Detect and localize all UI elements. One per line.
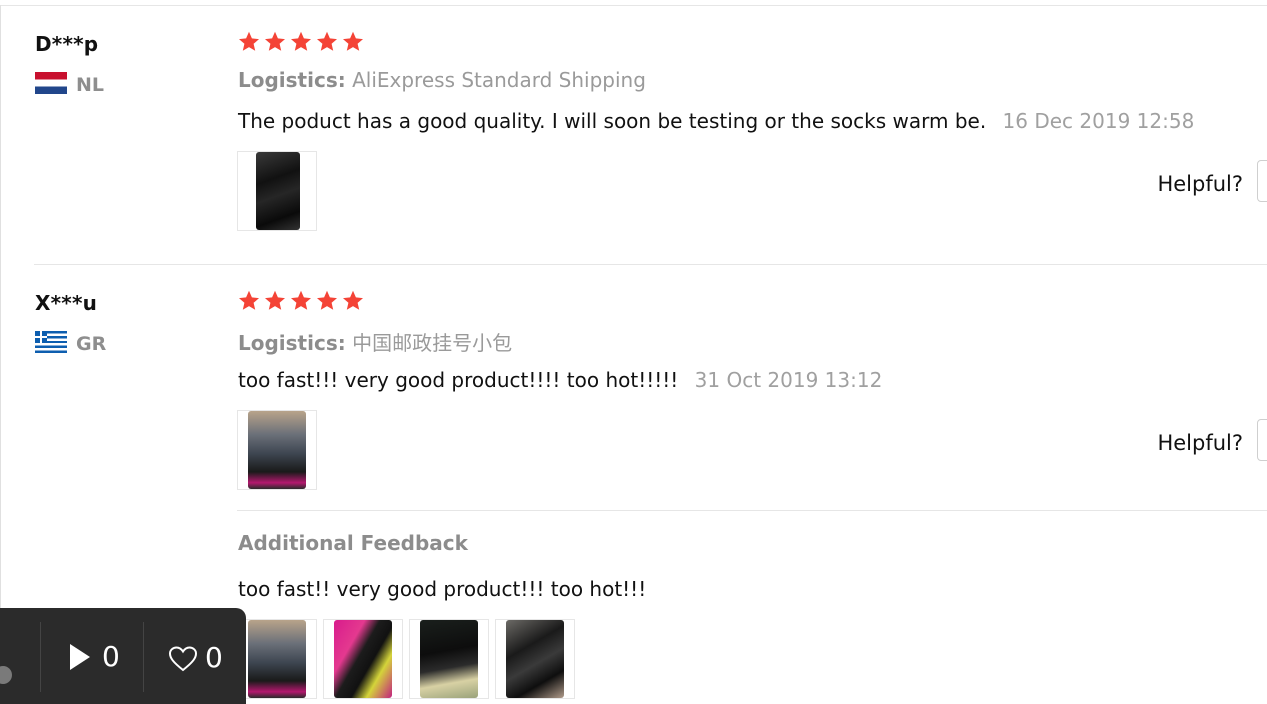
- photo-image: [248, 620, 306, 698]
- review-photos: [237, 151, 323, 232]
- photo-image: [334, 620, 392, 698]
- additional-feedback-divider: [237, 510, 1267, 511]
- photo-image: [420, 620, 478, 698]
- reviewer-country: NL: [76, 74, 105, 96]
- emoji-icon[interactable]: [0, 666, 12, 684]
- left-border: [0, 5, 1, 704]
- review-date: 16 Dec 2019 12:58: [1002, 109, 1195, 133]
- photo-image: [506, 620, 564, 698]
- star-icon: [341, 289, 365, 313]
- photo-image: [256, 152, 300, 230]
- separator: [143, 622, 144, 692]
- review-date: 31 Oct 2019 13:12: [694, 368, 883, 392]
- review-photo-thumbnail[interactable]: [237, 619, 317, 699]
- star-icon: [237, 289, 261, 313]
- review-item: D***p NL Logistics: AliExpress Standard …: [34, 6, 1267, 265]
- logistics-value: 中国邮政挂号小包: [352, 331, 513, 355]
- play-icon[interactable]: [70, 644, 90, 670]
- star-icon: [315, 30, 339, 54]
- additional-feedback-photos: [237, 619, 581, 699]
- review-text: too fast!!! very good product!!!! too ho…: [238, 368, 679, 392]
- reviewer-name: D***p: [35, 32, 99, 56]
- logistics-label: Logistics:: [238, 331, 346, 355]
- reviewer-country: GR: [76, 333, 107, 355]
- additional-feedback-text: too fast!! very good product!!! too hot!…: [238, 577, 647, 601]
- video-player-bar: 0 0: [0, 608, 246, 704]
- like-count: 0: [205, 641, 223, 674]
- additional-feedback-title: Additional Feedback: [238, 531, 468, 555]
- separator: [40, 622, 41, 692]
- review-photos: [237, 410, 323, 491]
- review-text-row: too fast!!! very good product!!!! too ho…: [238, 368, 882, 392]
- reviews-page: D***p NL Logistics: AliExpress Standard …: [0, 0, 1267, 704]
- star-icon: [289, 289, 313, 313]
- helpful-yes-button[interactable]: [1257, 419, 1267, 461]
- netherlands-flag-icon: [35, 72, 67, 94]
- star-icon: [263, 289, 287, 313]
- helpful-label: Helpful?: [1157, 431, 1243, 455]
- greece-flag-icon: [35, 331, 67, 353]
- logistics-label: Logistics:: [238, 68, 346, 92]
- review-photo-thumbnail[interactable]: [237, 410, 317, 490]
- review-photo-thumbnail[interactable]: [237, 151, 317, 231]
- logistics-info: Logistics: 中国邮政挂号小包: [238, 327, 512, 356]
- star-icon: [237, 30, 261, 54]
- star-icon: [263, 30, 287, 54]
- helpful-yes-button[interactable]: [1257, 160, 1267, 202]
- logistics-info: Logistics: AliExpress Standard Shipping: [238, 68, 646, 92]
- star-rating: [237, 289, 367, 315]
- heart-icon[interactable]: [169, 646, 197, 672]
- star-icon: [315, 289, 339, 313]
- photo-image: [248, 411, 306, 489]
- logistics-value: AliExpress Standard Shipping: [352, 68, 646, 92]
- review-text-row: The poduct has a good quality. I will so…: [238, 109, 1194, 133]
- review-photo-thumbnail[interactable]: [495, 619, 575, 699]
- review-text: The poduct has a good quality. I will so…: [238, 109, 987, 133]
- star-icon: [341, 30, 365, 54]
- reviewer-name: X***u: [35, 291, 98, 315]
- play-count: 0: [102, 640, 120, 673]
- review-photo-thumbnail[interactable]: [409, 619, 489, 699]
- review-photo-thumbnail[interactable]: [323, 619, 403, 699]
- helpful-label: Helpful?: [1157, 172, 1243, 196]
- star-rating: [237, 30, 367, 56]
- star-icon: [289, 30, 313, 54]
